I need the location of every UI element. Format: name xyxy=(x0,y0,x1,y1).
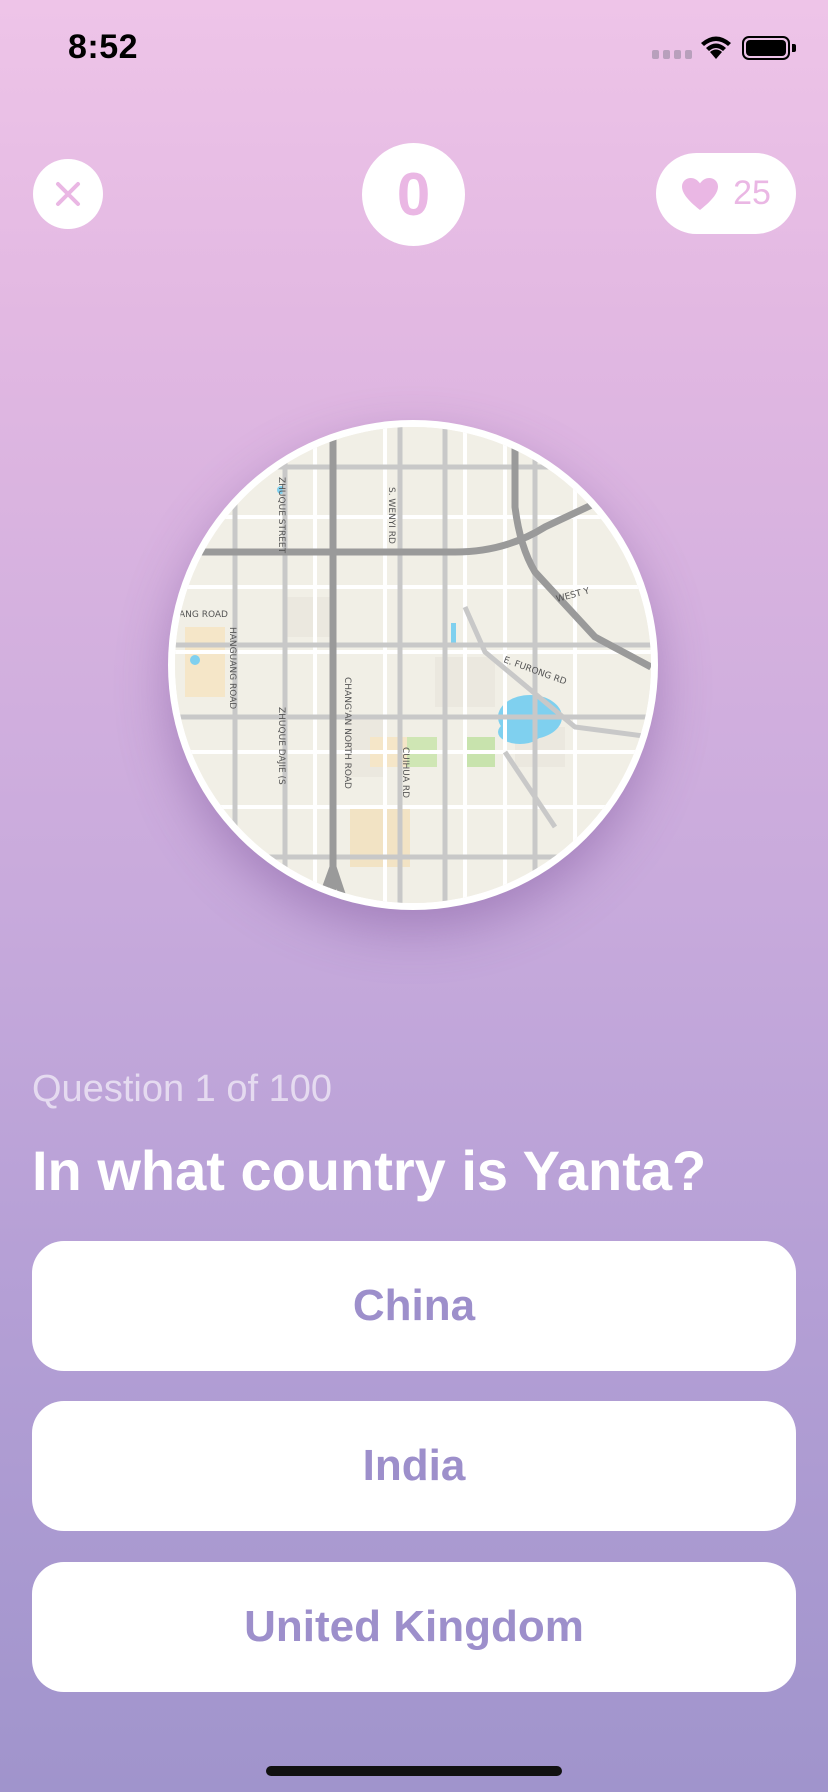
svg-text:S. WENYI RD: S. WENYI RD xyxy=(386,487,396,544)
svg-text:ZHUQUE STREET: ZHUQUE STREET xyxy=(276,477,286,554)
svg-text:ANG ROAD: ANG ROAD xyxy=(179,610,228,620)
svg-text:CUIHUA RD: CUIHUA RD xyxy=(400,747,410,798)
cellular-signal-icon xyxy=(652,50,692,59)
heart-icon xyxy=(682,177,719,210)
close-icon xyxy=(56,182,80,206)
lives-counter: 25 xyxy=(656,153,796,234)
wifi-icon xyxy=(701,36,731,59)
question-text: In what country is Yanta? xyxy=(32,1139,707,1202)
svg-text:HANGUANG ROAD: HANGUANG ROAD xyxy=(227,627,237,709)
map-inner: ANG ROAD CHANG'AN NORTH ROAD ZHUQUE STRE… xyxy=(175,427,651,903)
status-bar: 8:52 xyxy=(0,0,828,100)
battery-cap xyxy=(792,44,796,52)
question-progress: Question 1 of 100 xyxy=(32,1068,332,1110)
home-indicator[interactable] xyxy=(266,1766,562,1776)
answer-button-united-kingdom[interactable]: United Kingdom xyxy=(32,1562,796,1692)
score-counter: 0 xyxy=(362,143,465,246)
svg-text:CHANG'AN NORTH ROAD: CHANG'AN NORTH ROAD xyxy=(342,677,352,789)
close-button[interactable] xyxy=(33,159,103,229)
battery-icon xyxy=(742,36,790,60)
svg-text:ZHUQUE DAJIE (S: ZHUQUE DAJIE (S xyxy=(276,707,286,785)
map-graphic: ANG ROAD CHANG'AN NORTH ROAD ZHUQUE STRE… xyxy=(175,427,651,903)
status-time: 8:52 xyxy=(68,28,139,66)
answer-button-china[interactable]: China xyxy=(32,1241,796,1371)
answer-button-india[interactable]: India xyxy=(32,1401,796,1531)
map-view[interactable]: ANG ROAD CHANG'AN NORTH ROAD ZHUQUE STRE… xyxy=(168,420,658,910)
lives-count: 25 xyxy=(733,174,771,212)
